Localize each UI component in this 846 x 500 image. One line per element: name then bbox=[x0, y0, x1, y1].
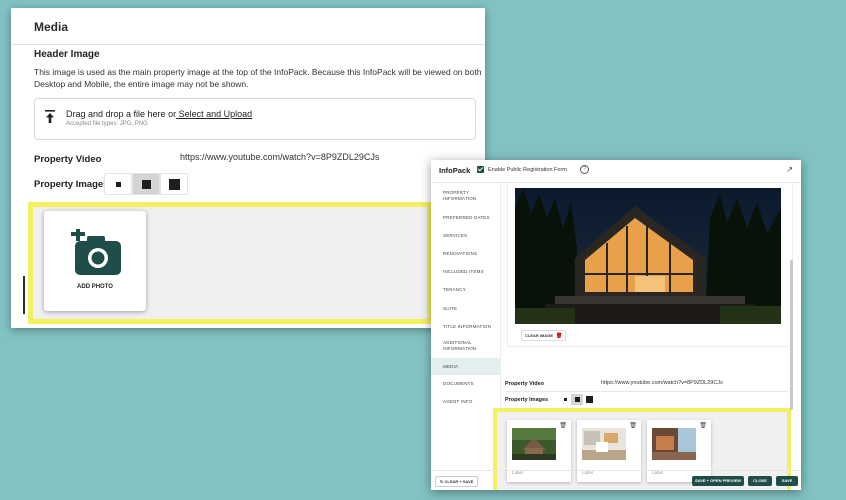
trash-icon: 🗑 bbox=[556, 333, 563, 339]
image-size-toggle bbox=[104, 173, 188, 195]
property-image-thumbnail bbox=[582, 428, 626, 460]
sidebar-item-renovations[interactable]: RENOVATIONS bbox=[443, 251, 495, 257]
property-image-thumbnail bbox=[512, 428, 556, 460]
accepted-file-types: Accepted file types: JPG, PNG bbox=[66, 121, 148, 127]
delete-icon[interactable]: 🗑 bbox=[559, 422, 567, 429]
select-upload-link[interactable]: Select and Upload bbox=[176, 109, 253, 119]
size-large-button[interactable] bbox=[160, 173, 188, 195]
add-photo-label: ADD PHOTO bbox=[77, 284, 113, 290]
sidebar-item-property-information[interactable]: PROPERTY INFORMATION bbox=[443, 190, 495, 202]
property-video-url[interactable]: https://www.youtube.com/watch?v=8P9ZDL29… bbox=[601, 380, 723, 386]
header-image-description: This image is used as the main property … bbox=[34, 67, 482, 89]
property-images-label: Property Images bbox=[505, 397, 549, 403]
upload-icon bbox=[45, 110, 55, 123]
scroll-indicator[interactable] bbox=[23, 276, 25, 314]
sidebar-item-agent-info[interactable]: AGENT INFO bbox=[443, 399, 495, 405]
clear-save-button[interactable]: ↻ CLEAR + SAVE bbox=[435, 476, 479, 487]
enable-registration-checkbox[interactable] bbox=[477, 166, 484, 173]
small-square-icon bbox=[115, 181, 121, 187]
property-images-label: Property Images bbox=[34, 179, 109, 190]
delete-icon[interactable]: 🗑 bbox=[629, 422, 637, 429]
add-camera-icon bbox=[71, 229, 121, 275]
clear-image-button[interactable]: CLEAR IMAGE 🗑 bbox=[521, 330, 567, 341]
size-small-button[interactable] bbox=[559, 394, 571, 405]
sidebar-item-services[interactable]: SERVICES bbox=[443, 233, 495, 239]
header-image-dropzone[interactable]: Drag and drop a file here or Select and … bbox=[34, 98, 476, 140]
refresh-icon: ↻ bbox=[440, 479, 444, 484]
divider bbox=[11, 44, 485, 45]
image-size-toggle bbox=[559, 394, 595, 405]
sidebar-item-media[interactable]: MEDIA bbox=[431, 358, 500, 375]
sidebar-item-suite[interactable]: SUITE bbox=[443, 306, 495, 312]
enable-registration-label: Enable Public Registration Form bbox=[488, 167, 567, 173]
small-square-icon bbox=[563, 398, 567, 401]
size-medium-button[interactable] bbox=[571, 394, 583, 405]
close-button[interactable]: CLOSE bbox=[748, 476, 772, 486]
expand-icon[interactable]: ↗ bbox=[786, 165, 793, 174]
sidebar-item-documents[interactable]: DOCUMENTS bbox=[443, 381, 495, 387]
header-image-label: Header Image bbox=[34, 49, 100, 60]
sidebar-item-preferred-dates[interactable]: PREFERRED DATES bbox=[443, 215, 495, 221]
property-video-label: Property Video bbox=[34, 154, 102, 165]
infopack-window: InfoPack Enable Public Registration Form… bbox=[431, 160, 801, 490]
sidebar-item-included-items[interactable]: INCLUDED ITEMS bbox=[443, 269, 495, 275]
property-video-url[interactable]: https://www.youtube.com/watch?v=8P9ZDL29… bbox=[180, 152, 379, 162]
save-button[interactable]: SAVE bbox=[776, 476, 798, 486]
sidebar-item-additional-information[interactable]: ADDITIONAL INFORMATION bbox=[443, 340, 495, 352]
sidebar-item-title-information[interactable]: TITLE INFORMATION bbox=[443, 324, 495, 330]
content-scrollbar[interactable] bbox=[790, 260, 793, 410]
section-title: Media bbox=[34, 20, 69, 34]
clear-save-label: CLEAR + SAVE bbox=[444, 479, 474, 484]
media-panel: Media Header Image This image is used as… bbox=[11, 8, 485, 328]
dropzone-text: Drag and drop a file here or Select and … bbox=[66, 109, 252, 119]
infopack-header: InfoPack Enable Public Registration Form… bbox=[431, 160, 801, 183]
clear-image-label: CLEAR IMAGE bbox=[525, 333, 553, 338]
header-image-preview: CLEAR IMAGE 🗑 bbox=[507, 182, 793, 347]
medium-square-icon bbox=[141, 179, 151, 189]
size-large-button[interactable] bbox=[583, 394, 595, 405]
add-photo-button[interactable]: ADD PHOTO bbox=[44, 211, 146, 311]
large-square-icon bbox=[168, 178, 180, 190]
property-images-area: ADD PHOTO bbox=[28, 202, 432, 324]
infopack-footer: ↻ CLEAR + SAVE SAVE + OPEN PREVIEW CLOSE… bbox=[431, 470, 801, 490]
property-video-label: Property Video bbox=[505, 381, 545, 387]
size-small-button[interactable] bbox=[104, 173, 132, 195]
sidebar-item-tenancy[interactable]: TENANCY bbox=[443, 287, 495, 293]
delete-icon[interactable]: 🗑 bbox=[699, 422, 707, 429]
infopack-brand: InfoPack bbox=[439, 166, 471, 175]
save-open-preview-button[interactable]: SAVE + OPEN PREVIEW bbox=[692, 476, 744, 486]
dropzone-instruction: Drag and drop a file here or bbox=[66, 109, 177, 119]
medium-square-icon bbox=[574, 397, 580, 402]
size-medium-button[interactable] bbox=[132, 173, 160, 195]
property-image-thumbnail bbox=[652, 428, 696, 460]
infopack-media-content: CLEAR IMAGE 🗑 Property Video https://www.… bbox=[493, 182, 795, 490]
divider bbox=[505, 391, 789, 392]
help-icon[interactable]: ? bbox=[580, 165, 589, 174]
infopack-sidebar: PROPERTY INFORMATION PREFERRED DATES SER… bbox=[431, 182, 501, 468]
large-square-icon bbox=[585, 396, 593, 403]
header-image bbox=[515, 188, 781, 324]
